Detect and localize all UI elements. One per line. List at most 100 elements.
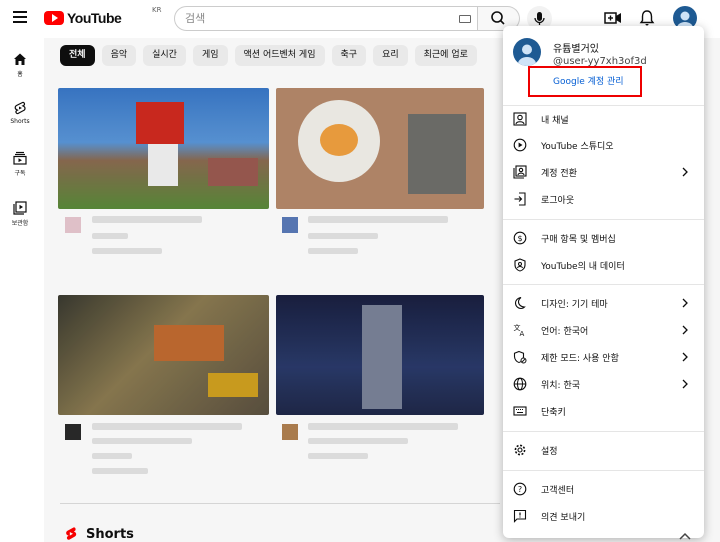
studio-icon [513, 138, 527, 152]
thumbnail-figure [362, 305, 402, 409]
menu-item-restricted-mode[interactable]: 제한 모드: 사용 안함 [503, 344, 704, 370]
guide-item-subscriptions[interactable]: 구독 [0, 151, 40, 177]
menu-item-shortcuts[interactable]: 단축키 [503, 398, 704, 424]
youtube-logo[interactable]: YouTube KR [44, 6, 161, 28]
help-icon: ? [513, 482, 527, 496]
thumbnail-figure [148, 144, 178, 186]
menu-item-feedback[interactable]: 의견 보내기 [503, 503, 704, 529]
video-meta-placeholder [308, 233, 378, 239]
menu-item-label: 언어: 한국어 [541, 327, 589, 337]
menu-item-label: YouTube의 내 데이터 [541, 262, 625, 272]
video-thumbnail[interactable] [276, 88, 484, 209]
chip[interactable]: 최근에 업로 [414, 45, 477, 66]
guide-item-library[interactable]: 보관함 [0, 201, 40, 227]
chip-bar: 전체 음악 실시간 게임 액션 어드벤처 게임 축구 요리 최근에 업로 [60, 45, 477, 67]
video-title-placeholder[interactable] [308, 423, 458, 430]
video-meta-placeholder [92, 248, 162, 254]
home-icon [14, 53, 26, 65]
video-meta-placeholder [92, 468, 148, 474]
video-meta-placeholder [308, 248, 358, 254]
hamburger-menu-icon[interactable] [9, 8, 31, 28]
globe-icon [513, 377, 527, 391]
channel-avatar[interactable] [65, 424, 81, 440]
menu-item-switch-account[interactable]: 계정 전환 [503, 159, 704, 185]
menu-item-label: 단축키 [541, 408, 566, 418]
account-name: 유튭별거있 [553, 44, 599, 55]
menu-item-help[interactable]: ? 고객센터 [503, 476, 704, 502]
menu-item-purchases[interactable]: $ 구매 항목 및 멤버십 [503, 225, 704, 251]
chevron-right-icon [682, 352, 688, 362]
guide-item-shorts[interactable]: Shorts [0, 101, 40, 125]
chip[interactable]: 액션 어드벤처 게임 [234, 45, 325, 66]
menu-item-sign-out[interactable]: 로그아웃 [503, 186, 704, 212]
menu-item-my-channel[interactable]: 내 채널 [503, 106, 704, 132]
chevron-right-icon [682, 298, 688, 308]
chip[interactable]: 게임 [192, 45, 228, 66]
restricted-icon [513, 350, 527, 364]
thumbnail-figure [136, 102, 184, 144]
thumbnail-detail [208, 373, 258, 397]
account-menu: 유튭별거있 @user-yy7xh3of3d Google 계정 관리 내 채널… [503, 26, 704, 538]
logo-text: YouTube [67, 10, 122, 26]
chip[interactable]: 실시간 [143, 45, 186, 66]
menu-item-label: 계정 전환 [541, 169, 577, 179]
video-thumbnail[interactable] [58, 295, 269, 415]
guide-item-label: 홈 [17, 71, 23, 78]
bell-icon [639, 10, 655, 26]
sign-out-icon [514, 192, 526, 206]
shorts-icon [14, 101, 26, 115]
subscriptions-icon [13, 151, 27, 165]
shield-person-icon [514, 258, 526, 272]
menu-item-label: 로그아웃 [541, 196, 575, 206]
channel-avatar[interactable] [65, 217, 81, 233]
video-title-placeholder[interactable] [308, 216, 448, 223]
notifications-button[interactable] [637, 8, 657, 28]
translate-icon: 文A [514, 323, 525, 337]
guide-item-label: Shorts [10, 118, 30, 125]
menu-item-appearance[interactable]: 디자인: 기기 테마 [503, 290, 704, 316]
chip[interactable]: 전체 [60, 45, 95, 66]
menu-item-studio[interactable]: YouTube 스튜디오 [503, 132, 704, 158]
video-title-placeholder[interactable] [92, 216, 202, 223]
chip[interactable]: 축구 [331, 45, 367, 66]
switch-account-icon [513, 165, 527, 179]
menu-item-label: YouTube 스튜디오 [541, 142, 614, 152]
video-meta-placeholder [308, 453, 368, 459]
create-button[interactable] [603, 8, 623, 28]
account-header: 유튭별거있 @user-yy7xh3of3d Google 계정 관리 [503, 26, 704, 100]
thumbnail-cat [408, 114, 466, 194]
guide-item-home[interactable]: 홈 [0, 52, 40, 78]
channel-avatar[interactable] [282, 424, 298, 440]
avatar-person-icon [518, 44, 536, 66]
video-thumbnail[interactable] [276, 295, 484, 415]
menu-item-settings[interactable]: 설정 [503, 437, 704, 463]
library-icon [13, 201, 27, 215]
search-input[interactable] [185, 7, 445, 30]
avatar [513, 38, 541, 66]
feedback-icon [513, 509, 527, 523]
video-title-placeholder[interactable] [92, 423, 242, 430]
menu-divider [503, 284, 704, 285]
chevron-up-icon[interactable] [678, 531, 692, 541]
chevron-right-icon [682, 325, 688, 335]
keyboard-icon[interactable] [459, 15, 471, 23]
menu-item-label: 의견 보내기 [541, 513, 586, 523]
chip[interactable]: 음악 [101, 45, 137, 66]
menu-item-location[interactable]: 위치: 한국 [503, 371, 704, 397]
menu-item-your-data[interactable]: YouTube의 내 데이터 [503, 252, 704, 278]
video-thumbnail[interactable] [58, 88, 269, 209]
video-meta-placeholder [308, 438, 408, 444]
menu-divider [503, 431, 704, 432]
thumbnail-egg [320, 124, 358, 156]
moon-icon [514, 296, 526, 310]
chip[interactable]: 요리 [373, 45, 408, 66]
menu-item-label: 디자인: 기기 테마 [541, 300, 608, 310]
shorts-section-header: Shorts [64, 526, 134, 542]
menu-item-language[interactable]: 文A 언어: 한국어 [503, 317, 704, 343]
guide-item-label: 보관함 [11, 220, 29, 227]
guide-item-label: 구독 [14, 170, 26, 177]
channel-avatar[interactable] [282, 217, 298, 233]
shorts-section-title: Shorts [86, 526, 134, 542]
chevron-right-icon [682, 167, 688, 177]
menu-divider [503, 470, 704, 471]
